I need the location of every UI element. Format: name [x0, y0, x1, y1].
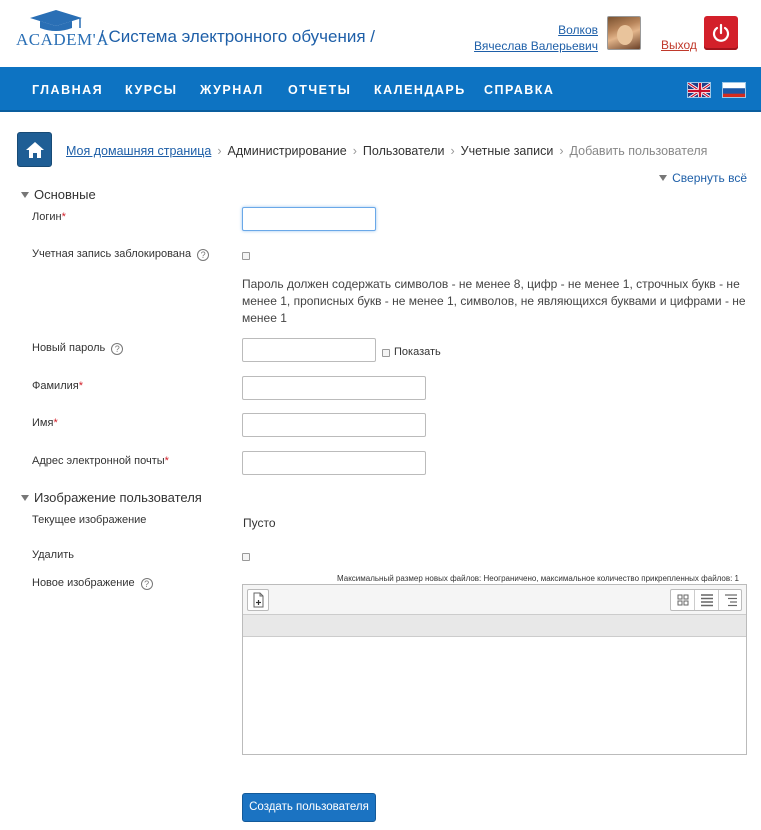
login-label-text: Логин — [32, 211, 62, 223]
logout-link[interactable]: Выход — [661, 38, 697, 52]
breadcrumb-administration[interactable]: Администрирование — [228, 144, 347, 158]
collapse-all-label[interactable]: Свернуть всё — [672, 171, 747, 185]
main-navbar: ГЛАВНАЯ КУРСЫ ЖУРНАЛ ОТЧЕТЫ КАЛЕНДАРЬ СП… — [0, 67, 761, 112]
power-icon — [712, 23, 730, 42]
site-logo[interactable]: ACADEM'A — [16, 10, 109, 49]
grid-view-button[interactable] — [671, 590, 695, 610]
file-manager-path-bar — [243, 615, 746, 637]
email-label: Адрес электронной почты* — [32, 455, 169, 467]
breadcrumb-separator: › — [352, 144, 357, 158]
required-marker: * — [61, 211, 66, 223]
file-limits-info: Максимальный размер новых файлов: Неогра… — [337, 574, 740, 583]
show-password-checkbox[interactable] — [382, 349, 390, 357]
grid-view-icon — [677, 594, 689, 606]
required-marker: * — [53, 417, 58, 429]
site-header: ACADEM'A / Система электронного обучения… — [0, 0, 761, 67]
required-marker: * — [164, 455, 169, 467]
breadcrumb-separator: › — [217, 144, 222, 158]
suspended-checkbox[interactable] — [242, 252, 250, 260]
section-picture-title[interactable]: Изображение пользователя — [34, 490, 202, 505]
graduation-cap-icon — [30, 10, 82, 31]
breadcrumb-separator: › — [559, 144, 564, 158]
add-file-icon — [253, 592, 264, 608]
home-button[interactable] — [17, 132, 52, 167]
current-picture-label: Текущее изображение — [32, 514, 147, 526]
nav-home[interactable]: ГЛАВНАЯ — [32, 83, 103, 97]
new-picture-label: Новое изображение? — [32, 577, 153, 590]
site-title: / Система электронного обучения / — [99, 27, 376, 46]
breadcrumb: Моя домашняя страница › Администрирование ›… — [66, 144, 707, 158]
triangle-down-icon — [21, 495, 29, 501]
ru-flag-icon[interactable] — [722, 82, 746, 98]
current-picture-value: Пусто — [243, 516, 276, 530]
breadcrumb-home[interactable]: Моя домашняя страница — [66, 144, 211, 158]
logo-text: ACADEM'A — [16, 30, 110, 49]
help-icon[interactable]: ? — [111, 343, 124, 355]
file-drop-area[interactable] — [243, 637, 746, 754]
lastname-label: Фамилия* — [32, 380, 83, 392]
nav-reports[interactable]: ОТЧЕТЫ — [288, 83, 351, 97]
section-general-header[interactable]: Основные — [21, 187, 96, 202]
list-view-button[interactable] — [695, 590, 719, 610]
section-general-title[interactable]: Основные — [34, 187, 96, 202]
home-icon — [26, 142, 44, 158]
email-input[interactable] — [242, 451, 426, 475]
firstname-input[interactable] — [242, 413, 426, 437]
nav-courses[interactable]: КУРСЫ — [125, 83, 178, 97]
section-picture-header[interactable]: Изображение пользователя — [21, 490, 202, 505]
password-policy-text: Пароль должен содержать символов - не ме… — [242, 277, 746, 325]
login-label: Логин* — [32, 211, 66, 223]
view-switcher — [670, 589, 742, 611]
logout-button[interactable] — [704, 16, 738, 50]
login-input[interactable] — [242, 207, 376, 231]
create-user-button[interactable]: Создать пользователя — [242, 793, 376, 822]
tree-view-icon — [725, 594, 737, 607]
delete-picture-checkbox[interactable] — [242, 553, 250, 561]
collapse-all-link[interactable]: Свернуть всё — [659, 171, 747, 185]
triangle-down-icon — [659, 175, 668, 181]
breadcrumb-accounts[interactable]: Учетные записи — [461, 144, 554, 158]
suspended-label-text: Учетная запись заблокирована — [32, 248, 192, 260]
user-first-names[interactable]: Вячеслав Валерьевич — [474, 38, 598, 54]
list-view-icon — [701, 594, 713, 607]
nav-journal[interactable]: ЖУРНАЛ — [200, 83, 264, 97]
user-name-link[interactable]: Волков Вячеслав Валерьевич — [474, 22, 598, 54]
required-marker: * — [78, 380, 83, 392]
add-file-button[interactable] — [247, 589, 269, 611]
new-picture-label-text: Новое изображение — [32, 577, 135, 589]
email-label-text: Адрес электронной почты — [32, 455, 165, 467]
tree-view-button[interactable] — [719, 590, 743, 610]
help-icon[interactable]: ? — [197, 249, 210, 261]
new-password-input[interactable] — [242, 338, 376, 362]
breadcrumb-separator: › — [450, 144, 455, 158]
help-icon[interactable]: ? — [140, 578, 153, 590]
show-password-label[interactable]: Показать — [394, 346, 441, 358]
breadcrumb-users[interactable]: Пользователи — [363, 144, 445, 158]
delete-picture-label: Удалить — [32, 549, 74, 561]
lastname-label-text: Фамилия — [32, 380, 79, 392]
file-manager[interactable] — [242, 584, 747, 755]
avatar[interactable] — [607, 16, 641, 50]
lastname-input[interactable] — [242, 376, 426, 400]
uk-flag-icon[interactable] — [687, 82, 711, 98]
breadcrumb-current: Добавить пользователя — [569, 144, 708, 158]
firstname-label: Имя* — [32, 417, 58, 429]
suspended-label: Учетная запись заблокирована? — [32, 248, 210, 261]
triangle-down-icon — [21, 192, 29, 198]
nav-help[interactable]: СПРАВКА — [484, 83, 554, 97]
firstname-label-text: Имя — [32, 417, 54, 429]
nav-calendar[interactable]: КАЛЕНДАРЬ — [374, 83, 466, 97]
file-manager-toolbar — [243, 585, 746, 615]
new-password-label-text: Новый пароль — [32, 342, 106, 354]
user-last-name[interactable]: Волков — [474, 22, 598, 38]
new-password-label: Новый пароль? — [32, 342, 124, 355]
